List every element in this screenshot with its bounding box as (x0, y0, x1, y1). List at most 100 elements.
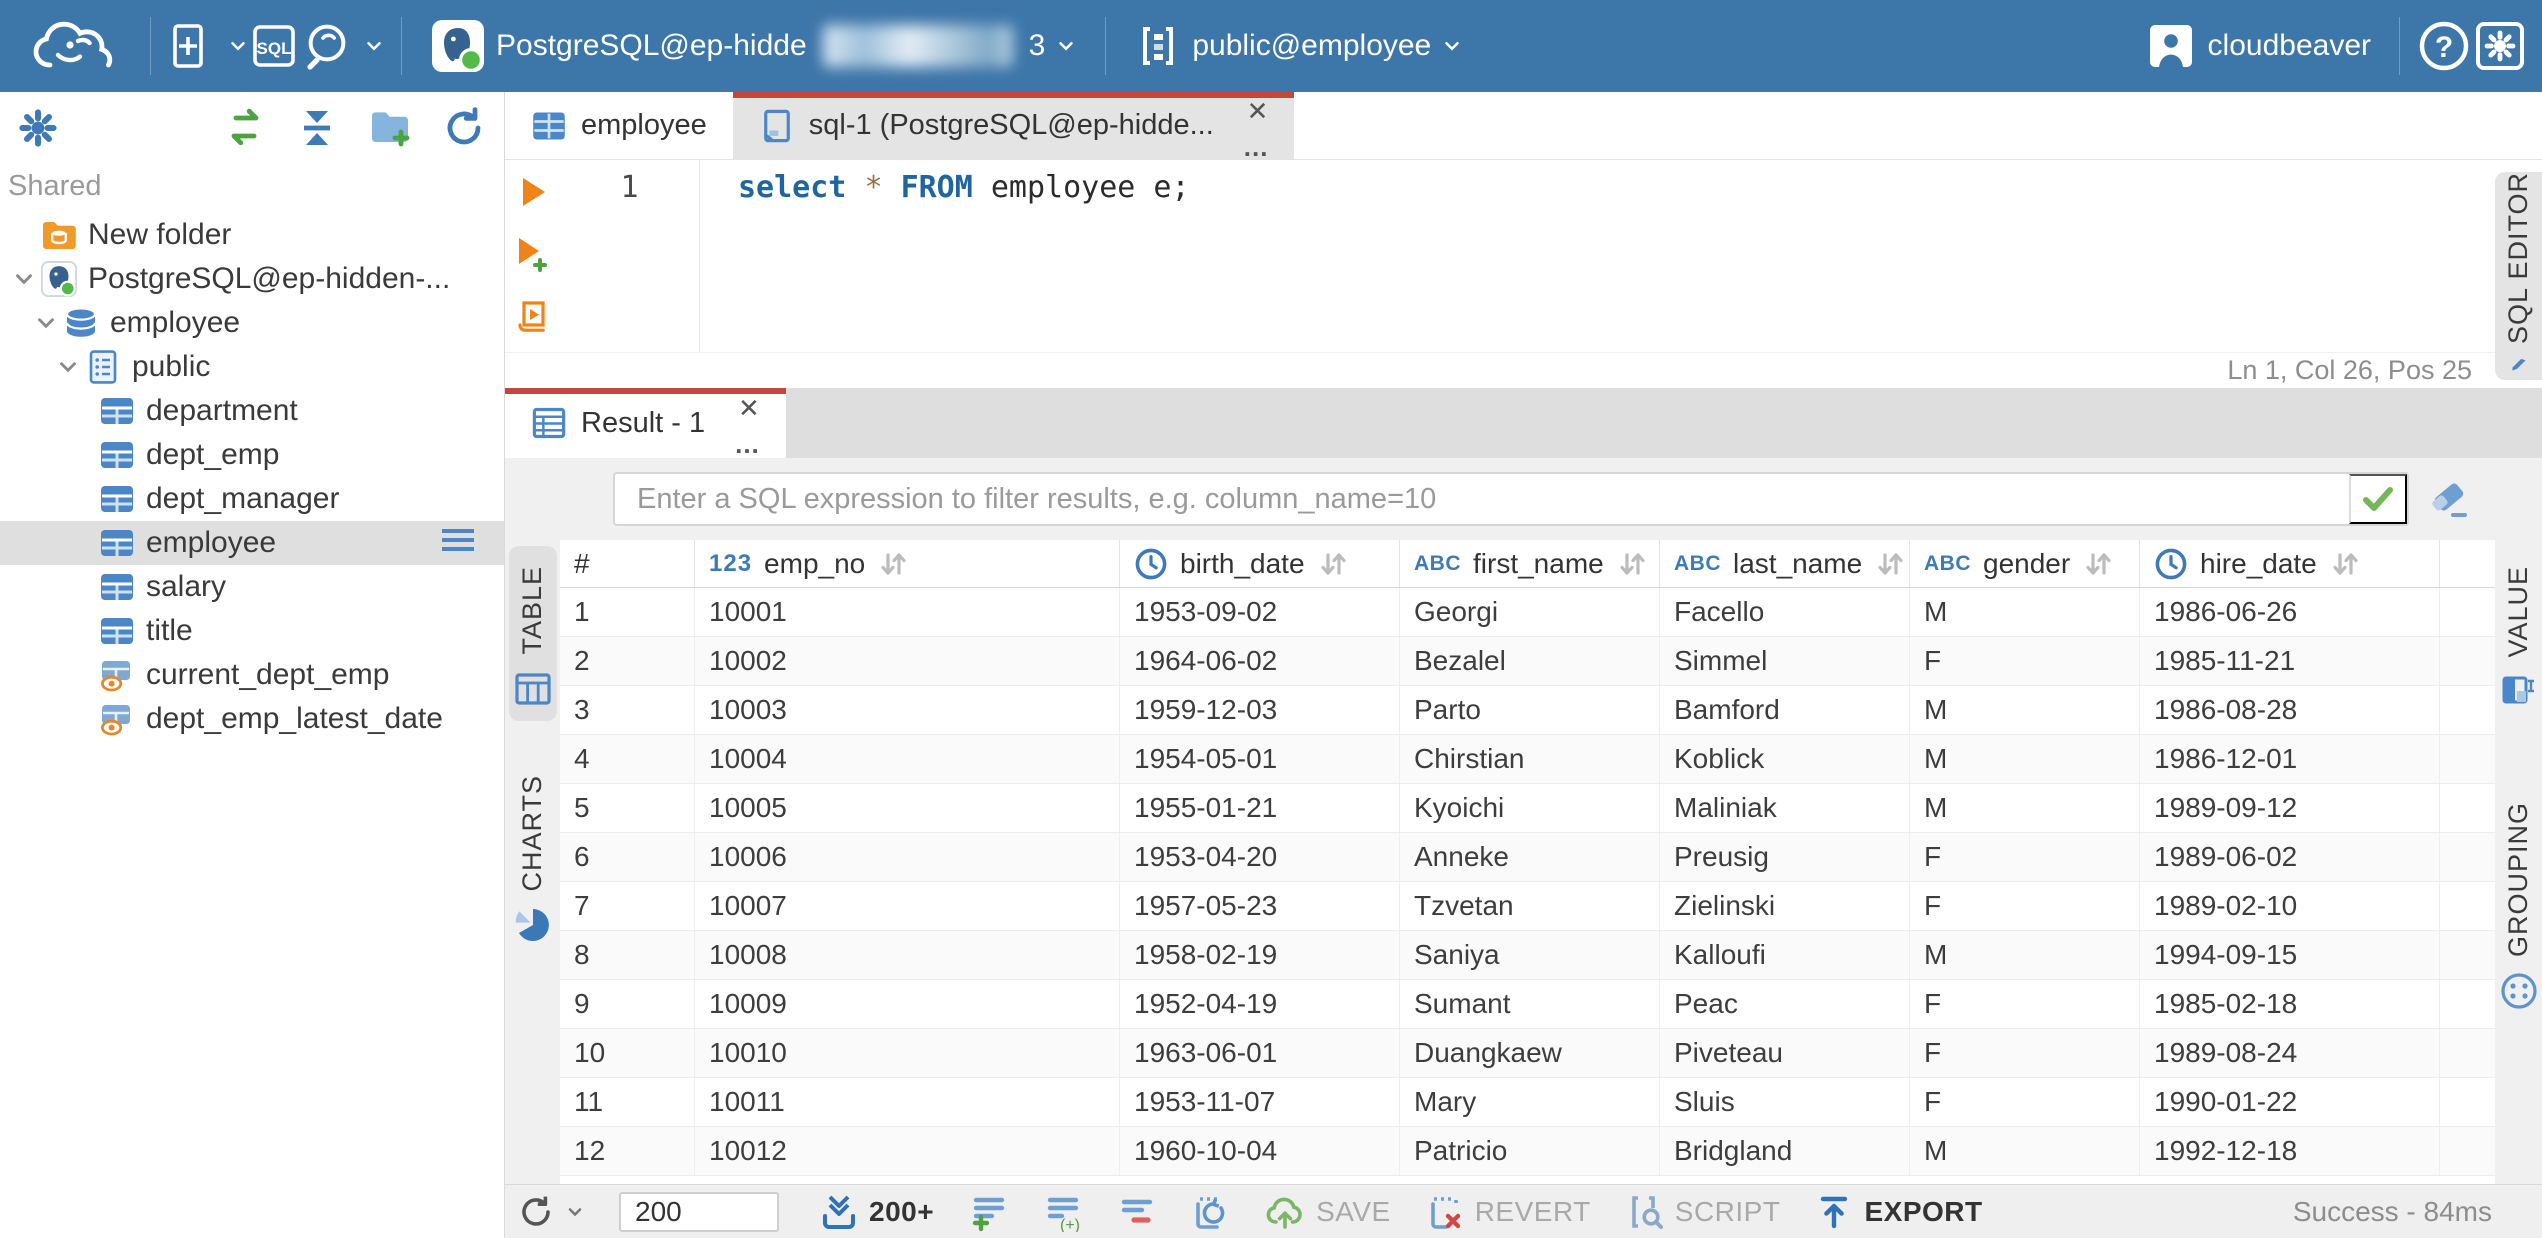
sort-icon[interactable] (1616, 548, 1648, 580)
column-header-row-number[interactable]: # (560, 540, 695, 587)
delete-row-button[interactable] (1116, 1192, 1156, 1232)
cell[interactable]: 1989-02-10 (2140, 882, 2440, 930)
tab-grouping-panel[interactable]: GROUPING (2495, 782, 2542, 1023)
tab-value-panel[interactable]: VALUE (2496, 546, 2542, 722)
cell[interactable]: 1952-04-19 (1120, 980, 1400, 1028)
tab-charts-view[interactable]: CHARTS (509, 755, 557, 958)
more-icon[interactable]: ... (1244, 134, 1269, 160)
cell[interactable]: Simmel (1660, 637, 1910, 685)
link-with-editor-button[interactable] (222, 105, 268, 151)
close-icon[interactable]: ✕ (1247, 98, 1269, 124)
tree-item-title[interactable]: title (0, 609, 504, 653)
cell[interactable]: Maliniak (1660, 784, 1910, 832)
tree-item-employee[interactable]: employee (0, 301, 504, 345)
tree-item-dept-emp-latest-date[interactable]: dept_emp_latest_date (0, 697, 504, 741)
cell[interactable]: 1989-09-12 (2140, 784, 2440, 832)
cell[interactable]: M (1910, 931, 2140, 979)
cell[interactable]: 10009 (695, 980, 1120, 1028)
user-menu[interactable]: cloudbeaver (2132, 0, 2383, 92)
driver-manager-button[interactable] (299, 0, 385, 92)
script-button[interactable]: SCRIPT (1625, 1192, 1781, 1232)
column-header-hire_date[interactable]: hire_date (2140, 540, 2440, 587)
column-header-first_name[interactable]: ABC first_name (1400, 540, 1660, 587)
tab-employee[interactable]: employee (505, 92, 733, 159)
cell[interactable]: F (1910, 1029, 2140, 1077)
tree-item-department[interactable]: department (0, 389, 504, 433)
sort-icon[interactable] (1874, 548, 1906, 580)
more-icon[interactable]: ... (735, 431, 760, 457)
cell[interactable]: Duangkaew (1400, 1029, 1660, 1077)
close-icon[interactable]: ✕ (738, 395, 760, 421)
cell[interactable]: M (1910, 735, 2140, 783)
cell[interactable]: 10008 (695, 931, 1120, 979)
clear-filter-button[interactable] (2427, 475, 2473, 524)
cell[interactable]: 1990-01-22 (2140, 1078, 2440, 1126)
cell[interactable]: Piveteau (1660, 1029, 1910, 1077)
cell[interactable]: 1986-06-26 (2140, 588, 2440, 636)
cell[interactable]: 10006 (695, 833, 1120, 881)
cell[interactable]: F (1910, 882, 2140, 930)
cell[interactable]: 1953-11-07 (1120, 1078, 1400, 1126)
cell[interactable]: M (1910, 588, 2140, 636)
tree-item-dept-emp[interactable]: dept_emp (0, 433, 504, 477)
cell[interactable]: F (1910, 637, 2140, 685)
cell[interactable]: F (1910, 980, 2140, 1028)
add-folder-button[interactable] (366, 104, 414, 152)
settings-button[interactable] (2472, 0, 2528, 92)
cell[interactable]: Zielinski (1660, 882, 1910, 930)
cell[interactable]: Bezalel (1400, 637, 1660, 685)
cell[interactable]: 1986-08-28 (2140, 686, 2440, 734)
cell[interactable]: 1985-11-21 (2140, 637, 2440, 685)
execute-script-button[interactable] (514, 298, 552, 336)
auto-refresh-button[interactable] (1190, 1192, 1230, 1232)
save-button[interactable]: SAVE (1264, 1191, 1391, 1233)
sql-code[interactable]: select * FROM employee e; (700, 160, 2542, 352)
cell[interactable]: Sluis (1660, 1078, 1910, 1126)
column-header-gender[interactable]: ABC gender (1910, 540, 2140, 587)
refresh-result-button[interactable] (517, 1193, 585, 1231)
cloudbeaver-logo-icon[interactable] (18, 0, 134, 92)
cell[interactable]: 1989-06-02 (2140, 833, 2440, 881)
cell[interactable]: 1953-09-02 (1120, 588, 1400, 636)
sidebar-settings-button[interactable] (16, 106, 60, 150)
tree-item-dept-manager[interactable]: dept_manager (0, 477, 504, 521)
execute-query-button[interactable] (515, 174, 551, 210)
cell[interactable]: 1957-05-23 (1120, 882, 1400, 930)
cell[interactable]: 10011 (695, 1078, 1120, 1126)
cell[interactable]: 1986-12-01 (2140, 735, 2440, 783)
cell[interactable]: F (1910, 833, 2140, 881)
open-sql-editor-button[interactable]: SQL (249, 0, 299, 92)
fetch-more-button[interactable]: 200+ (819, 1192, 934, 1232)
cell[interactable]: Chirstian (1400, 735, 1660, 783)
cell[interactable]: 10004 (695, 735, 1120, 783)
column-header-last_name[interactable]: ABC last_name (1660, 540, 1910, 587)
cell[interactable]: M (1910, 686, 2140, 734)
cell[interactable]: F (1910, 1078, 2140, 1126)
cell[interactable]: 1954-05-01 (1120, 735, 1400, 783)
cell[interactable]: Kalloufi (1660, 931, 1910, 979)
cell[interactable]: 1953-04-20 (1120, 833, 1400, 881)
cell[interactable]: M (1910, 784, 2140, 832)
cell[interactable]: Kyoichi (1400, 784, 1660, 832)
cell[interactable]: 10003 (695, 686, 1120, 734)
tree-item-new-folder[interactable]: New folder (0, 213, 504, 257)
cell[interactable]: 10002 (695, 637, 1120, 685)
connection-selector[interactable]: PostgreSQL@ep-hidde 3 (418, 0, 1089, 92)
chevron-expanded-icon[interactable] (30, 310, 62, 336)
cell[interactable]: 1958-02-19 (1120, 931, 1400, 979)
cell[interactable]: 10012 (695, 1127, 1120, 1175)
new-connection-button[interactable] (167, 0, 249, 92)
cell[interactable]: Koblick (1660, 735, 1910, 783)
cell[interactable]: Sumant (1400, 980, 1660, 1028)
sort-icon[interactable] (877, 548, 909, 580)
tab-sql-editor-panel[interactable]: SQL EDITOR (2495, 172, 2542, 380)
tab-result-1[interactable]: Result - 1 ✕ ... (505, 388, 786, 458)
sort-icon[interactable] (2329, 548, 2361, 580)
cell[interactable]: 1963-06-01 (1120, 1029, 1400, 1077)
collapse-all-button[interactable] (294, 105, 340, 151)
column-header-emp_no[interactable]: 123 emp_no (695, 540, 1120, 587)
execute-new-tab-button[interactable] (513, 234, 553, 274)
cell[interactable]: Anneke (1400, 833, 1660, 881)
help-button[interactable]: ? (2416, 0, 2472, 92)
cell[interactable]: Saniya (1400, 931, 1660, 979)
